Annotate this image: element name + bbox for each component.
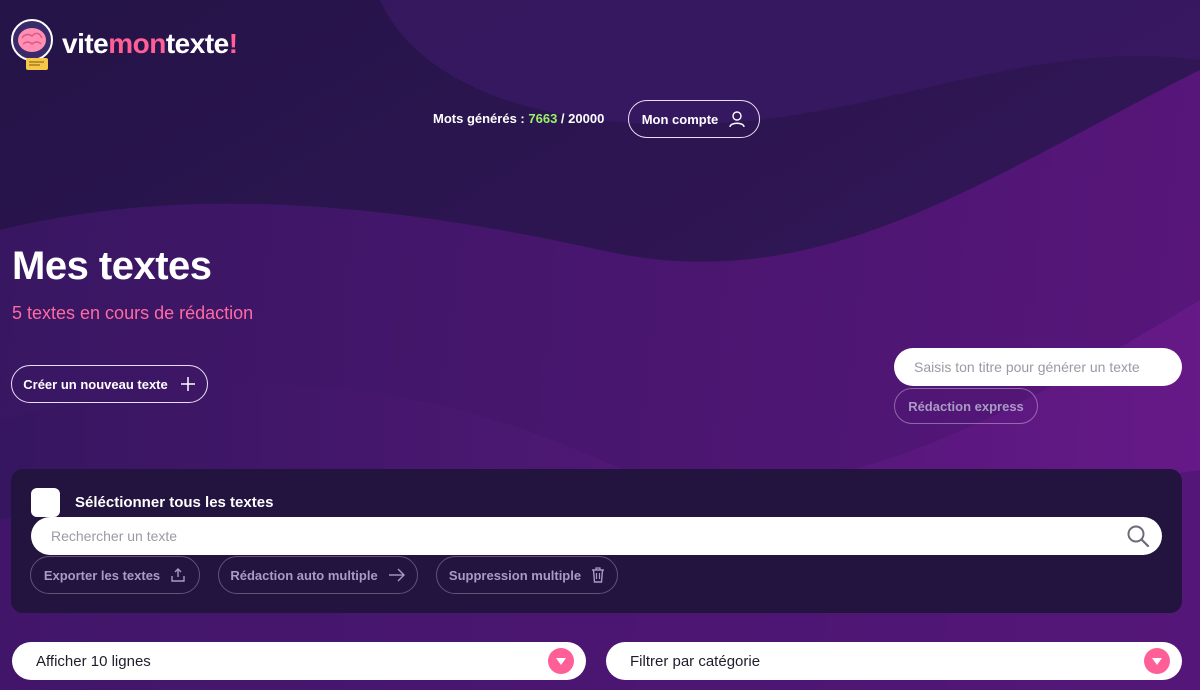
delete-multiple-label: Suppression multiple [448,567,582,583]
export-texts-button[interactable]: Exporter les textes [30,556,200,594]
auto-writing-multiple-button[interactable]: Rédaction auto multiple [218,556,418,594]
plus-icon [180,377,195,391]
arrow-right-icon [388,568,405,582]
chevron-down-icon [1144,648,1170,674]
search-input[interactable] [31,517,1162,555]
chevron-down-icon [548,648,574,674]
express-writing-button[interactable]: Rédaction express [894,388,1038,424]
select-all-checkbox[interactable] [31,488,60,517]
user-icon [729,111,745,128]
export-texts-label: Exporter les textes [43,567,161,583]
logo-text: vitemontexte! [62,28,238,59]
account-button[interactable]: Mon compte [628,100,760,138]
account-button-label: Mon compte [641,111,719,127]
search-icon[interactable] [1126,524,1150,548]
express-writing-label: Rédaction express [908,398,1024,414]
page-title: Mes textes [12,244,212,288]
words-used: 7663 [528,111,558,126]
rows-per-page-select[interactable]: Afficher 10 lignes [12,642,586,680]
auto-writing-multiple-label: Rédaction auto multiple [230,567,378,583]
brain-mascot-icon [11,19,53,70]
page-subtitle: 5 textes en cours de rédaction [12,303,254,323]
trash-icon [592,567,605,583]
logo[interactable]: vitemontexte! [10,18,238,74]
category-filter-select[interactable]: Filtrer par catégorie [606,642,1182,680]
express-title-input[interactable] [894,348,1182,386]
upload-icon [171,568,185,582]
words-total: / 20000 [560,111,605,126]
delete-multiple-button[interactable]: Suppression multiple [436,556,618,594]
texts-toolbar-panel: Séléctionner tous les textes Exporter le… [11,469,1182,613]
create-new-text-label: Créer un nouveau texte [23,376,168,392]
category-filter-value: Filtrer par catégorie [630,652,761,670]
create-new-text-button[interactable]: Créer un nouveau texte [11,365,208,403]
words-generated-counter: Mots générés : 7663 / 20000 [433,111,604,126]
words-label: Mots générés : [433,111,525,126]
select-all-label: Séléctionner tous les textes [75,494,274,511]
search-bar [31,517,1162,555]
rows-per-page-value: Afficher 10 lignes [36,652,151,670]
